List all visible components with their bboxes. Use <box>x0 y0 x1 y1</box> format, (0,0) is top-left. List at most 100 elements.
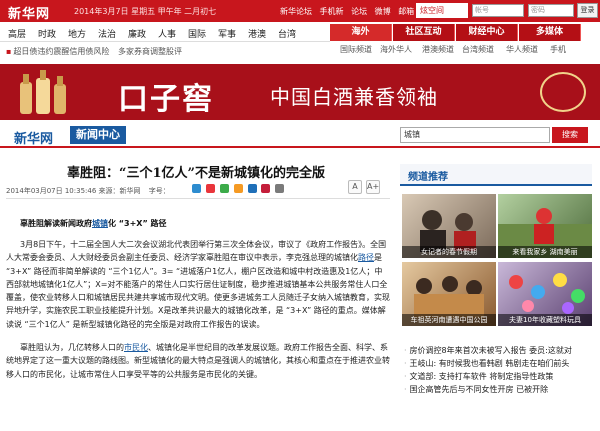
article-paragraph: 辜胜阻认为，几亿转移人口的市民化、城镇化是半世纪目的改革发展议题。政府工作报告全… <box>6 341 390 381</box>
article-paragraph: 3月8日下午，十二届全国人大二次会议湖北代表团举行第三次全体会议，审议了《政府工… <box>6 238 390 331</box>
list-item[interactable]: · 房价调控8年来首次未被写入报告 委员:这就对 <box>404 344 596 357</box>
sub-link[interactable]: 国际频道 <box>340 44 372 55</box>
share-more-icon[interactable] <box>275 184 285 193</box>
nav-link[interactable]: 人事 <box>158 27 176 40</box>
sidebar-header: 频道推荐 <box>400 164 592 186</box>
nav-link[interactable]: 军事 <box>218 27 236 40</box>
nav-link[interactable]: 港澳 <box>248 27 266 40</box>
share-qzone-icon[interactable] <box>233 184 243 193</box>
brand-seal-icon <box>540 72 586 112</box>
sub-link[interactable]: 港澳频道 <box>422 44 454 55</box>
liquor-bottles-image <box>20 70 66 114</box>
sub-link[interactable]: 手机 <box>550 44 566 55</box>
nav-link[interactable]: 廉政 <box>128 27 146 40</box>
space-login-tab[interactable]: 炫空间 <box>416 3 468 18</box>
top-link[interactable]: 新华论坛 <box>280 7 312 16</box>
news-ticker: ▪ 超日债违约震醒信用债风险 多家券商调整股评 <box>6 46 182 57</box>
thumb-card[interactable]: 夫妻10年收藏塑料玩具 <box>498 262 592 326</box>
nav-link[interactable]: 高层 <box>8 27 26 40</box>
ad-slogan: 中国白酒兼香领袖 <box>270 85 438 109</box>
thumb-caption: 女记者的春节假期 <box>402 246 496 258</box>
search-button[interactable]: 搜索 <box>552 127 588 143</box>
share-tqq-icon[interactable] <box>247 184 257 193</box>
article-subtitle: 辜胜阻解读新闻政府城镇化 “3+X” 路径 <box>20 218 167 229</box>
thumb-card[interactable]: 车祖英河南遭遇中国公园 <box>402 262 496 326</box>
subtitle-text: 辜胜阻解读新闻政府 <box>20 219 92 228</box>
top-bar: 新华网 2014年3月7日 星期五 甲午年 二月初七 新华论坛 手机新 论坛 微… <box>0 0 600 22</box>
paragraph-text: 辜胜阻认为，几亿转移人口的 <box>20 343 124 353</box>
article-title: 辜胜阻：“三个1亿人”不是新城镇化的完全版 <box>66 166 325 181</box>
nav-link[interactable]: 台湾 <box>278 27 296 40</box>
tab-finance[interactable]: 财经中心 <box>456 24 518 41</box>
sidebar-news-list: · 房价调控8年来首次未被写入报告 委员:这就对 · 王岐山: 有时候我也看韩剧 韩… <box>404 344 596 396</box>
news-link[interactable]: 国企高管先后与不同女性开房 已被开除 <box>410 385 549 394</box>
top-link[interactable]: 手机新 <box>320 7 344 16</box>
site-logo[interactable]: 新华网 <box>8 3 50 22</box>
article-date: 2014年03月07日 10:35:46 <box>6 187 97 195</box>
list-item[interactable]: · 王岐山: 有时候我也看韩剧 韩剧走在咱们前头 <box>404 357 596 370</box>
nav-link[interactable]: 地方 <box>68 27 86 40</box>
thumb-caption: 来看我家乡 湖南美丽 <box>498 246 592 258</box>
sidebar-title: 频道推荐 <box>408 172 448 183</box>
subtitle-text: 化 “3+X” 路径 <box>108 219 167 228</box>
nav-divider <box>0 41 330 42</box>
news-link[interactable]: 文道部: 支持打车软件 将制定指导性政策 <box>410 372 554 381</box>
news-center-label[interactable]: 新闻中心 <box>70 126 126 144</box>
share-weibo-icon[interactable] <box>192 184 201 193</box>
channel-nav-row1: 高层 时政 地方 法治 廉政 人事 国际 军事 港澳 台湾 <box>0 24 330 40</box>
keyword-link[interactable]: 市民化 <box>124 343 148 352</box>
top-link[interactable]: 微博 <box>375 7 391 16</box>
bullet-icon: ▪ <box>6 47 12 56</box>
bullet-icon: · <box>404 346 407 355</box>
tab-overseas[interactable]: 海外 <box>330 24 392 41</box>
ticker-item[interactable]: 多家券商调整股评 <box>118 47 182 56</box>
sub-link[interactable]: 海外华人 <box>380 44 412 55</box>
top-link[interactable]: 邮箱 <box>398 7 414 16</box>
article-divider <box>6 198 390 199</box>
top-link[interactable]: 论坛 <box>351 7 367 16</box>
paragraph-text: 是 “3+X” 路径而非简单解读的 “三个1亿人”。3= “进城落户1亿人，棚户… <box>6 253 390 329</box>
xinhua-logo[interactable]: 新华网 <box>14 128 53 147</box>
bullet-icon: · <box>404 359 407 368</box>
share-renren-icon[interactable] <box>205 184 215 193</box>
password-input[interactable]: 密码 <box>528 4 574 17</box>
search-input[interactable]: 城镇 <box>400 127 550 143</box>
thumb-caption: 车祖英河南遭遇中国公园 <box>402 314 496 326</box>
font-size-label: 字号： <box>148 187 170 195</box>
paragraph-text: 3月8日下午，十二届全国人大二次会议湖北代表团举行第三次全体会议，审议了《政府工… <box>6 240 387 263</box>
date-text: 2014年3月7日 星期五 甲午年 二月初七 <box>74 7 217 16</box>
nav-link[interactable]: 法治 <box>98 27 116 40</box>
thumb-card[interactable]: 女记者的春节假期 <box>402 194 496 258</box>
news-link[interactable]: 房价调控8年来首次未被写入报告 委员:这就对 <box>410 346 572 355</box>
tab-multimedia[interactable]: 多媒体 <box>519 24 581 41</box>
keyword-link[interactable]: 城镇 <box>92 219 108 228</box>
ticker-item[interactable]: 超日债违约震醒信用债风险 <box>13 47 109 56</box>
thumb-card[interactable]: 来看我家乡 湖南美丽 <box>498 194 592 258</box>
sub-link[interactable]: 华人频道 <box>506 44 538 55</box>
nav-link[interactable]: 国际 <box>188 27 206 40</box>
font-smaller-button[interactable]: A <box>348 180 362 194</box>
tab-community[interactable]: 社区互动 <box>393 24 455 41</box>
ad-brand: 口子窖 <box>118 82 214 117</box>
article-source: 来源：新华网 <box>98 187 141 195</box>
share-douban-icon[interactable] <box>261 184 271 193</box>
list-item[interactable]: · 文道部: 支持打车软件 将制定指导性政策 <box>404 370 596 383</box>
news-link[interactable]: 王岐山: 有时候我也看韩剧 韩剧走在咱们前头 <box>410 359 570 368</box>
sidebar: 频道推荐 女记者的春节假期 来看我家乡 湖南美丽 车祖英河南遭遇中国公园 夫妻1… <box>400 150 600 431</box>
login-button[interactable]: 登录 <box>577 3 598 18</box>
sub-link[interactable]: 台湾频道 <box>462 44 494 55</box>
bullet-icon: · <box>404 385 407 394</box>
article: 辜胜阻：“三个1亿人”不是新城镇化的完全版 2014年03月07日 10:35:… <box>0 150 392 431</box>
share-icons <box>192 184 286 194</box>
article-body: 3月8日下午，十二届全国人大二次会议湖北代表团举行第三次全体会议，审议了《政府工… <box>6 238 390 381</box>
bullet-icon: · <box>404 372 407 381</box>
article-meta: 2014年03月07日 10:35:46 来源：新华网 字号： <box>6 186 170 196</box>
list-item[interactable]: · 国企高管先后与不同女性开房 已被开除 <box>404 383 596 396</box>
nav-link[interactable]: 时政 <box>38 27 56 40</box>
channel-tabs: 海外 社区互动 财经中心 多媒体 <box>330 24 600 41</box>
share-kaixin-icon[interactable] <box>219 184 229 193</box>
account-input[interactable]: 帐号 <box>472 4 524 17</box>
ad-banner[interactable]: 口子窖 中国白酒兼香领袖 <box>0 64 600 120</box>
keyword-link[interactable]: 路径 <box>358 253 374 262</box>
font-larger-button[interactable]: A+ <box>366 180 380 194</box>
